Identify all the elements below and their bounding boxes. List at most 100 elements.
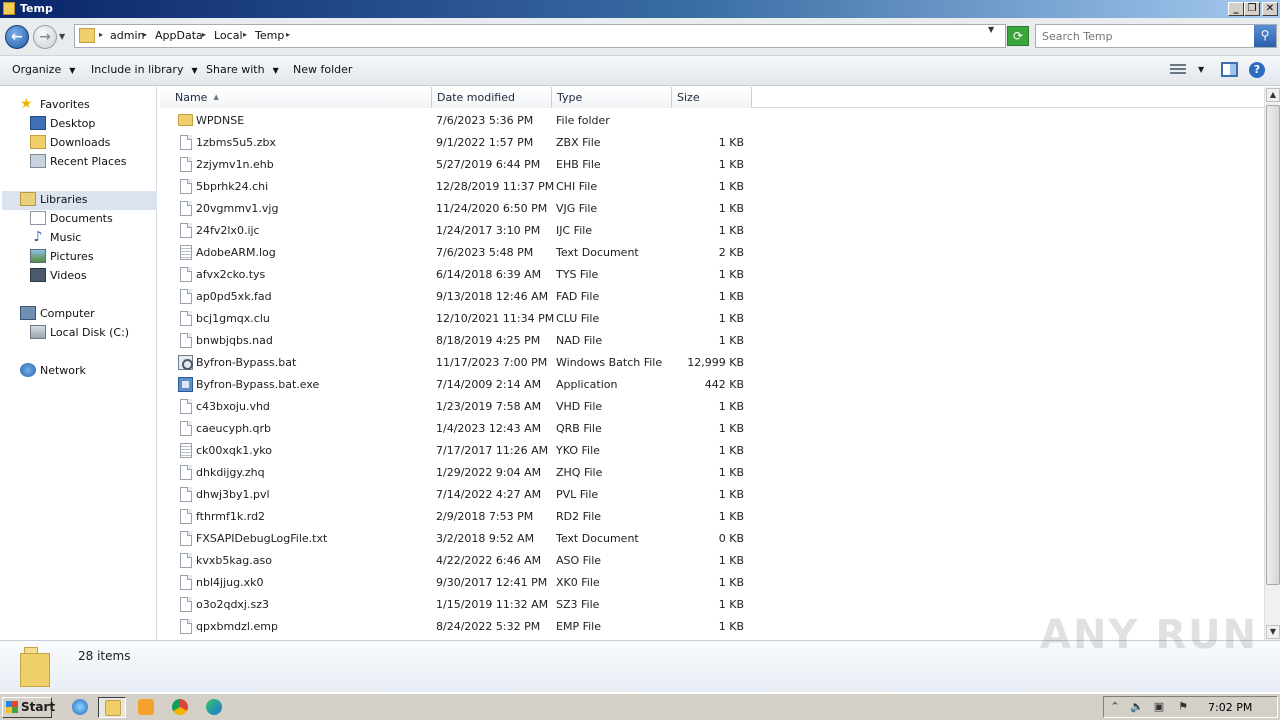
file-row[interactable]: dhwj3by1.pvl 7/14/2022 4:27 AM PVL File 1 K…	[160, 484, 1264, 506]
file-row[interactable]: FXSAPIDebugLogFile.txt 3/2/2018 9:52 AM Te…	[160, 528, 1264, 550]
file-row[interactable]: c43bxoju.vhd 1/23/2019 7:58 AM VHD File 1 K…	[160, 396, 1264, 418]
file-row[interactable]: 20vgmmv1.vjg 11/24/2020 6:50 PM VJG File 1 …	[160, 198, 1264, 220]
file-row[interactable]: ck00xqk1.yko 7/17/2017 11:26 AM YKO File 1 …	[160, 440, 1264, 462]
column-header-date[interactable]: Date modified	[432, 87, 552, 108]
chevron-right-icon[interactable]: ▸	[202, 30, 206, 39]
column-header-name[interactable]: Name ▲	[160, 87, 432, 108]
include-in-library-button[interactable]: Include in library ▼	[91, 63, 198, 76]
chevron-down-icon: ▼	[69, 66, 76, 75]
taskbar-internet-explorer[interactable]	[66, 697, 94, 718]
minimize-button[interactable]: _	[1228, 2, 1244, 16]
file-row[interactable]: WPDNSE 7/6/2023 5:36 PM File folder	[160, 110, 1264, 132]
file-icon	[180, 223, 192, 238]
chevron-down-icon: ▼	[272, 66, 279, 75]
show-hidden-icons-icon[interactable]: ⌃	[1108, 700, 1122, 714]
file-row[interactable]: kvxb5kag.aso 4/22/2022 6:46 AM ASO File 1 K…	[160, 550, 1264, 572]
nav-downloads[interactable]: Downloads	[30, 133, 110, 152]
scroll-down-button[interactable]: ▼	[1266, 625, 1280, 639]
new-folder-button[interactable]: New folder	[293, 63, 352, 76]
start-button[interactable]: Start	[2, 697, 55, 718]
file-row[interactable]: bnwbjqbs.nad 8/18/2019 4:25 PM NAD File 1 K…	[160, 330, 1264, 352]
action-center-flag-icon[interactable]: ⚑	[1176, 700, 1190, 714]
nav-pictures[interactable]: Pictures	[30, 247, 94, 266]
file-row[interactable]: ap0pd5xk.fad 9/13/2018 12:46 AM FAD File 1 …	[160, 286, 1264, 308]
scroll-up-button[interactable]: ▲	[1266, 88, 1280, 102]
taskbar-media-player[interactable]	[132, 697, 160, 718]
file-row[interactable]: caeucyph.qrb 1/4/2023 12:43 AM QRB File 1 K…	[160, 418, 1264, 440]
nav-pictures-label: Pictures	[50, 250, 94, 263]
share-with-button[interactable]: Share with ▼	[206, 63, 279, 76]
back-button[interactable]: ←	[5, 25, 29, 49]
file-row[interactable]: Byfron-Bypass.bat 11/17/2023 7:00 PM Windo…	[160, 352, 1264, 374]
file-row[interactable]: 2zjymv1n.ehb 5/27/2019 6:44 PM EHB File 1 K…	[160, 154, 1264, 176]
breadcrumb-local[interactable]: Local	[214, 29, 243, 42]
change-view-icon[interactable]	[1170, 64, 1186, 76]
nav-music[interactable]: ♪ Music	[30, 228, 82, 247]
preview-pane-icon[interactable]	[1221, 62, 1238, 77]
search-icon[interactable]: ⚲	[1254, 25, 1276, 47]
file-row[interactable]: 24fv2lx0.ijc 1/24/2017 3:10 PM IJC File 1 K…	[160, 220, 1264, 242]
recent-pages-dropdown-icon[interactable]: ▼	[59, 32, 65, 41]
search-box[interactable]: ⚲	[1035, 24, 1277, 48]
nav-recent-places[interactable]: Recent Places	[30, 152, 127, 171]
nav-network[interactable]: Network	[20, 361, 86, 380]
chevron-right-icon[interactable]: ▸	[99, 30, 103, 39]
breadcrumb[interactable]: ▸ admin ▸ AppData ▸ Local ▸ Temp ▸	[74, 24, 1006, 48]
file-name: ap0pd5xk.fad	[196, 290, 272, 303]
nav-documents[interactable]: Documents	[30, 209, 113, 228]
taskbar-explorer[interactable]	[98, 697, 126, 718]
maximize-button[interactable]: ❐	[1244, 2, 1260, 16]
edge-icon	[206, 699, 222, 715]
help-icon[interactable]: ?	[1249, 62, 1265, 78]
nav-favorites[interactable]: ★ Favorites	[20, 95, 90, 114]
nav-libraries[interactable]: Libraries	[20, 190, 88, 209]
vertical-scrollbar[interactable]: ▲ ▼	[1264, 87, 1280, 640]
file-date-modified: 1/24/2017 3:10 PM	[436, 224, 541, 237]
file-row[interactable]: fthrmf1k.rd2 2/9/2018 7:53 PM RD2 File 1 KB	[160, 506, 1264, 528]
breadcrumb-temp[interactable]: Temp	[255, 29, 284, 42]
file-date-modified: 6/14/2018 6:39 AM	[436, 268, 542, 281]
file-row[interactable]: afvx2cko.tys 6/14/2018 6:39 AM TYS File 1 K…	[160, 264, 1264, 286]
column-header-size[interactable]: Size	[672, 87, 752, 108]
scroll-thumb[interactable]	[1266, 105, 1280, 585]
breadcrumb-appdata[interactable]: AppData	[155, 29, 203, 42]
chevron-right-icon[interactable]: ▸	[286, 30, 290, 39]
search-input[interactable]	[1036, 25, 1254, 47]
chevron-right-icon[interactable]: ▸	[143, 30, 147, 39]
column-header-type[interactable]: Type	[552, 87, 672, 108]
view-options-dropdown-icon[interactable]: ▼	[1198, 65, 1204, 74]
file-date-modified: 5/27/2019 6:44 PM	[436, 158, 541, 171]
file-size: 442 KB	[704, 378, 744, 391]
file-name: afvx2cko.tys	[196, 268, 266, 281]
file-row[interactable]: AdobeARM.log 7/6/2023 5:48 PM Text Documen…	[160, 242, 1264, 264]
file-row[interactable]: nbl4jjug.xk0 9/30/2017 12:41 PM XK0 File 1 …	[160, 572, 1264, 594]
nav-computer[interactable]: Computer	[20, 304, 95, 323]
close-button[interactable]: ✕	[1262, 2, 1278, 16]
forward-button[interactable]: →	[33, 25, 57, 49]
network-status-icon[interactable]: ▣	[1152, 700, 1166, 714]
file-date-modified: 11/24/2020 6:50 PM	[436, 202, 548, 215]
organize-button[interactable]: Organize ▼	[12, 63, 75, 76]
file-row[interactable]: bcj1gmqx.clu 12/10/2021 11:34 PM CLU File 1…	[160, 308, 1264, 330]
file-row[interactable]: Byfron-Bypass.bat.exe 7/14/2009 2:14 AM Ap…	[160, 374, 1264, 396]
videos-icon	[30, 268, 46, 282]
file-size: 2 KB	[718, 246, 744, 259]
file-type: VHD File	[556, 400, 603, 413]
taskbar-chrome[interactable]	[166, 697, 194, 718]
nav-desktop[interactable]: Desktop	[30, 114, 95, 133]
clock[interactable]: 7:02 PM	[1208, 701, 1252, 714]
chevron-right-icon[interactable]: ▸	[243, 30, 247, 39]
taskbar-edge[interactable]	[200, 697, 228, 718]
nav-local-disk[interactable]: Local Disk (C:)	[30, 323, 129, 342]
nav-videos[interactable]: Videos	[30, 266, 87, 285]
refresh-button[interactable]: ⟳	[1007, 26, 1029, 46]
address-dropdown-icon[interactable]: ▼	[988, 25, 994, 34]
file-row[interactable]: 1zbms5u5.zbx 9/1/2022 1:57 PM ZBX File 1 KB	[160, 132, 1264, 154]
file-row[interactable]: dhkdijgy.zhq 1/29/2022 9:04 AM ZHQ File 1 K…	[160, 462, 1264, 484]
volume-icon[interactable]: 🔈	[1130, 700, 1144, 714]
title-bar[interactable]: Temp _ ❐ ✕	[0, 0, 1280, 18]
breadcrumb-admin[interactable]: admin	[110, 29, 144, 42]
file-row[interactable]: 5bprhk24.chi 12/28/2019 11:37 PM CHI File 1…	[160, 176, 1264, 198]
file-name: 2zjymv1n.ehb	[196, 158, 274, 171]
folder-icon	[178, 114, 193, 126]
